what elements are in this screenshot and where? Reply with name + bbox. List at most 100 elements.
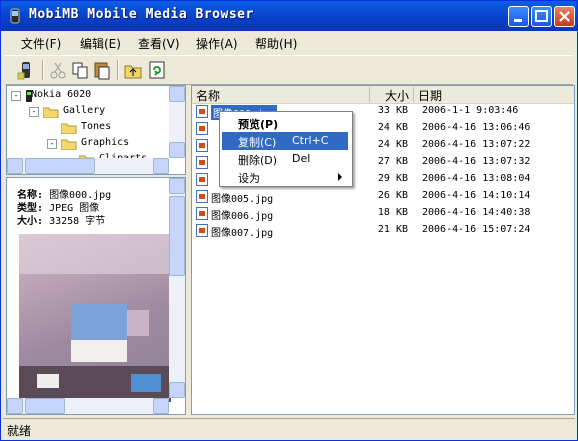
file-size: 27 KB bbox=[377, 156, 408, 167]
collapse-icon[interactable]: - bbox=[29, 107, 39, 117]
close-button[interactable] bbox=[554, 6, 575, 27]
scroll-down-button[interactable] bbox=[169, 142, 185, 158]
file-row[interactable]: 图像007.jpg 21 KB 2006-4-16 15:07:24 bbox=[192, 222, 574, 239]
file-name: 图像007.jpg bbox=[211, 228, 274, 239]
file-size: 24 KB bbox=[377, 139, 408, 150]
preview-horizontal-scrollbar[interactable] bbox=[7, 398, 169, 414]
scroll-up-button[interactable] bbox=[169, 86, 185, 102]
file-size: 24 KB bbox=[377, 122, 408, 133]
copy-icon bbox=[72, 62, 88, 79]
image-file-icon bbox=[196, 122, 208, 135]
info-value: 33258 字节 bbox=[49, 216, 106, 227]
context-item-label: 预览(P) bbox=[238, 118, 279, 131]
context-item-delete[interactable]: 删除(D) Del bbox=[222, 150, 348, 168]
scroll-down-button[interactable] bbox=[169, 382, 185, 398]
preview-vertical-scrollbar[interactable] bbox=[169, 178, 185, 398]
file-date: 2006-4-16 13:07:22 bbox=[422, 139, 531, 150]
image-file-icon bbox=[196, 139, 208, 152]
image-file-icon bbox=[196, 173, 208, 186]
context-item-set-as[interactable]: 设为 bbox=[222, 168, 348, 186]
title-bar[interactable]: MobiMB Mobile Media Browser bbox=[1, 1, 577, 31]
tree-item-label: Gallery bbox=[63, 105, 106, 116]
menu-action[interactable]: 操作(A) bbox=[196, 35, 238, 52]
file-date: 2006-4-16 13:08:04 bbox=[422, 173, 531, 184]
folder-icon bbox=[61, 139, 77, 150]
file-name: 图像005.jpg bbox=[211, 194, 274, 205]
cut-icon bbox=[50, 62, 66, 79]
tree-item-label: Nokia 6020 bbox=[31, 89, 92, 100]
column-header-date[interactable]: 日期 bbox=[414, 87, 574, 103]
refresh-icon bbox=[149, 61, 165, 79]
tree-horizontal-scrollbar[interactable] bbox=[7, 158, 169, 174]
window-title: MobiMB Mobile Media Browser bbox=[29, 7, 254, 22]
context-menu: 预览(P) 复制(C) Ctrl+C 删除(D) Del 设为 bbox=[219, 111, 353, 187]
image-file-icon bbox=[196, 105, 208, 118]
folder-icon bbox=[43, 107, 59, 118]
up-folder-icon bbox=[124, 65, 142, 79]
phone-connect-button[interactable] bbox=[15, 59, 37, 81]
minimize-button[interactable] bbox=[508, 6, 529, 27]
menu-view[interactable]: 查看(V) bbox=[138, 35, 180, 52]
app-window: MobiMB Mobile Media Browser 文件(F) 编辑(E) … bbox=[0, 0, 578, 441]
folder-icon bbox=[61, 123, 77, 134]
image-file-icon bbox=[196, 190, 208, 203]
file-row[interactable]: 图像005.jpg 26 KB 2006-4-16 14:10:14 bbox=[192, 188, 574, 205]
context-item-copy[interactable]: 复制(C) Ctrl+C bbox=[222, 132, 348, 150]
maximize-icon bbox=[535, 10, 548, 22]
tree-item-label: Graphics bbox=[81, 137, 130, 148]
copy-button[interactable] bbox=[69, 59, 91, 81]
menu-file[interactable]: 文件(F) bbox=[21, 35, 61, 52]
toolbar-separator bbox=[42, 60, 44, 80]
file-date: 2006-4-16 13:07:32 bbox=[422, 156, 531, 167]
scroll-thumb[interactable] bbox=[25, 398, 65, 414]
cut-button[interactable] bbox=[47, 59, 69, 81]
file-date: 2006-4-16 14:10:14 bbox=[422, 190, 531, 201]
tree-item-label: Tones bbox=[81, 121, 112, 132]
column-header-name[interactable]: 名称 bbox=[192, 87, 370, 103]
scroll-left-button[interactable] bbox=[7, 398, 23, 414]
folder-tree[interactable]: - Nokia 6020 - Gallery Tones - Graphics … bbox=[6, 85, 186, 175]
image-file-icon bbox=[196, 156, 208, 169]
image-file-icon bbox=[196, 224, 208, 237]
status-bar: 就绪 bbox=[3, 418, 575, 439]
scroll-up-button[interactable] bbox=[169, 178, 185, 194]
scroll-thumb[interactable] bbox=[169, 196, 185, 276]
file-size: 21 KB bbox=[377, 224, 408, 235]
close-icon bbox=[559, 11, 570, 22]
collapse-icon[interactable]: - bbox=[11, 91, 21, 101]
context-item-label: 删除(D) bbox=[238, 154, 278, 167]
file-size: 18 KB bbox=[377, 207, 408, 218]
submenu-arrow-icon bbox=[338, 173, 342, 181]
context-item-preview[interactable]: 预览(P) bbox=[222, 114, 348, 132]
scroll-right-button[interactable] bbox=[153, 158, 169, 174]
tree-vertical-scrollbar[interactable] bbox=[169, 86, 185, 158]
scroll-thumb[interactable] bbox=[25, 158, 95, 174]
file-date: 2006-1-1 9:03:46 bbox=[422, 105, 519, 116]
file-size: 26 KB bbox=[377, 190, 408, 201]
refresh-button[interactable] bbox=[146, 59, 168, 81]
minimize-icon bbox=[514, 19, 522, 22]
context-item-shortcut: Ctrl+C bbox=[292, 134, 329, 147]
collapse-icon[interactable]: - bbox=[47, 139, 57, 149]
menu-help[interactable]: 帮助(H) bbox=[255, 35, 297, 52]
file-size: 29 KB bbox=[377, 173, 408, 184]
file-row[interactable]: 图像006.jpg 18 KB 2006-4-16 14:40:38 bbox=[192, 205, 574, 222]
info-label: 大小: bbox=[17, 216, 44, 227]
image-file-icon bbox=[196, 207, 208, 220]
paste-button[interactable] bbox=[91, 59, 113, 81]
scroll-right-button[interactable] bbox=[153, 398, 169, 414]
up-folder-button[interactable] bbox=[122, 59, 144, 81]
file-date: 2006-4-16 15:07:24 bbox=[422, 224, 531, 235]
context-item-shortcut: Del bbox=[292, 152, 311, 165]
status-text: 就绪 bbox=[7, 424, 32, 438]
preview-pane: 名称: 图像000.jpg 类型: JPEG 图像 大小: 33258 字节 bbox=[6, 177, 186, 415]
file-size: 33 KB bbox=[377, 105, 408, 116]
file-size-info: 大小: 33258 字节 bbox=[17, 212, 105, 227]
menu-edit[interactable]: 编辑(E) bbox=[80, 35, 121, 52]
context-item-label: 设为 bbox=[238, 172, 260, 185]
scroll-left-button[interactable] bbox=[7, 158, 23, 174]
paste-icon bbox=[94, 62, 110, 80]
column-header-size[interactable]: 大小 bbox=[370, 87, 414, 103]
phone-connect-icon bbox=[17, 62, 30, 80]
maximize-button[interactable] bbox=[531, 6, 552, 27]
